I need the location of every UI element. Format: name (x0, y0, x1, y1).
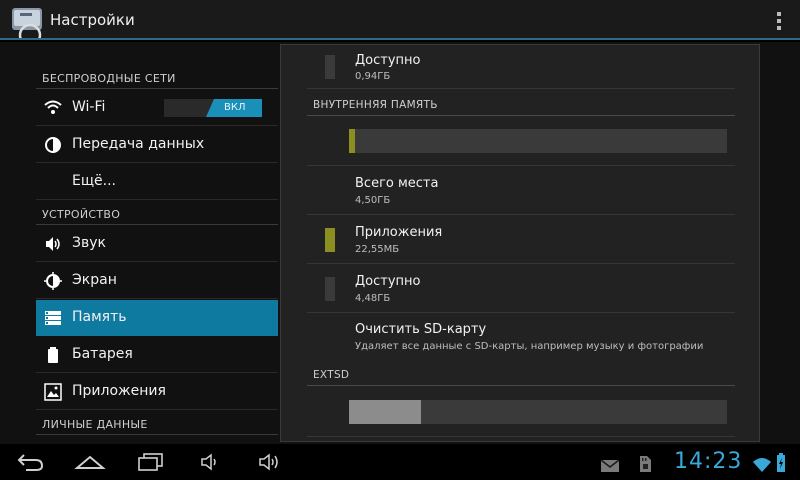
row-title: Всего места (355, 176, 439, 191)
sidebar-item-data-usage[interactable]: Передача данных (36, 127, 278, 163)
sidebar-item-label: Wi-Fi (72, 99, 106, 115)
overflow-menu-icon[interactable] (776, 12, 782, 30)
storage-row-top-available: Доступно 0,94ГБ (307, 45, 735, 89)
app-title: Настройки (50, 11, 135, 29)
sidebar-item-sound[interactable]: Звук (36, 226, 278, 262)
back-icon[interactable] (16, 452, 44, 472)
section-header-wireless: БЕСПРОВОДНЫЕ СЕТИ (42, 72, 176, 85)
sidebar-item-battery[interactable]: Батарея (36, 337, 278, 373)
extsd-usage-row (307, 386, 735, 437)
battery-icon (44, 346, 62, 364)
wifi-toggle[interactable]: ВКЛ (164, 99, 262, 117)
row-title: Доступно (355, 274, 421, 289)
section-divider (36, 88, 278, 89)
sidebar-item-label: Передача данных (72, 136, 205, 152)
section-divider (36, 224, 278, 225)
internal-usage-fill (349, 129, 356, 153)
mail-notification-icon[interactable] (600, 456, 620, 476)
home-icon[interactable] (74, 452, 106, 472)
settings-content: БЕСПРОВОДНЫЕ СЕТИ Wi-Fi ВКЛ Передача дан… (0, 42, 800, 444)
internal-usage-bar (349, 129, 727, 153)
row-title: Приложения (355, 225, 443, 240)
storage-row-total[interactable]: Всего места 4,50ГБ (307, 166, 735, 215)
internal-usage-row (307, 116, 735, 166)
sidebar-item-more[interactable]: Ещё... (36, 164, 278, 200)
sidebar-item-label: Память (72, 309, 127, 325)
sidebar-item-label: Звук (72, 235, 106, 251)
row-subtitle: Удаляет все данные с SD-карты, например … (355, 341, 704, 352)
data-usage-icon (44, 136, 62, 154)
extsd-usage-bar (349, 400, 727, 424)
section-divider (36, 434, 278, 435)
sidebar-item-label: Экран (72, 272, 117, 288)
available-swatch (325, 277, 335, 301)
status-clock: 14:23 (674, 449, 743, 474)
extsd-header: EXTSD (313, 369, 350, 381)
wifi-signal-icon (753, 458, 771, 472)
row-title: Доступно (355, 53, 421, 68)
settings-category-list: БЕСПРОВОДНЫЕ СЕТИ Wi-Fi ВКЛ Передача дан… (36, 42, 278, 444)
available-swatch (325, 55, 335, 79)
extsd-usage-fill (349, 400, 421, 424)
row-value: 4,50ГБ (355, 195, 391, 206)
storage-row-apps[interactable]: Приложения 22,55МБ (307, 215, 735, 264)
section-header-device: УСТРОЙСТВО (42, 208, 121, 221)
wifi-toggle-on: ВКЛ (206, 99, 262, 117)
recent-apps-icon[interactable] (136, 452, 164, 472)
sidebar-item-wifi[interactable]: Wi-Fi ВКЛ (36, 90, 278, 126)
settings-app-icon[interactable] (10, 4, 44, 47)
clear-sd-card-row[interactable]: Очистить SD-карту Удаляет все данные с S… (307, 313, 735, 362)
action-bar: Настройки (0, 0, 800, 47)
row-value: 22,55МБ (355, 244, 400, 255)
row-value: 4,48ГБ (355, 293, 391, 304)
row-title: Очистить SD-карту (355, 322, 487, 337)
apps-swatch (325, 228, 335, 252)
storage-icon (44, 309, 62, 327)
brightness-icon (44, 272, 62, 290)
sd-card-notification-icon[interactable] (638, 454, 652, 474)
wifi-toggle-label: ВКЛ (224, 102, 246, 113)
storage-panel: Доступно 0,94ГБ ВНУТРЕННЯЯ ПАМЯТЬ Всего … (280, 44, 760, 442)
internal-storage-header: ВНУТРЕННЯЯ ПАМЯТЬ (313, 99, 438, 111)
speaker-icon (44, 235, 62, 253)
row-value: 0,94ГБ (355, 71, 391, 82)
storage-row-available[interactable]: Доступно 4,48ГБ (307, 264, 735, 313)
sidebar-item-display[interactable]: Экран (36, 263, 278, 299)
apps-icon (44, 383, 62, 401)
sidebar-item-label: Приложения (72, 383, 166, 399)
sidebar-item-label: Батарея (72, 346, 133, 362)
volume-down-icon[interactable] (200, 452, 222, 472)
sidebar-item-apps[interactable]: Приложения (36, 374, 278, 410)
sidebar-item-label: Ещё... (72, 173, 116, 189)
battery-charging-icon (777, 453, 785, 472)
section-header-personal: ЛИЧНЫЕ ДАННЫЕ (42, 418, 148, 431)
volume-up-icon[interactable] (258, 452, 284, 472)
wifi-icon (44, 99, 62, 117)
sidebar-item-storage[interactable]: Память (36, 300, 278, 336)
